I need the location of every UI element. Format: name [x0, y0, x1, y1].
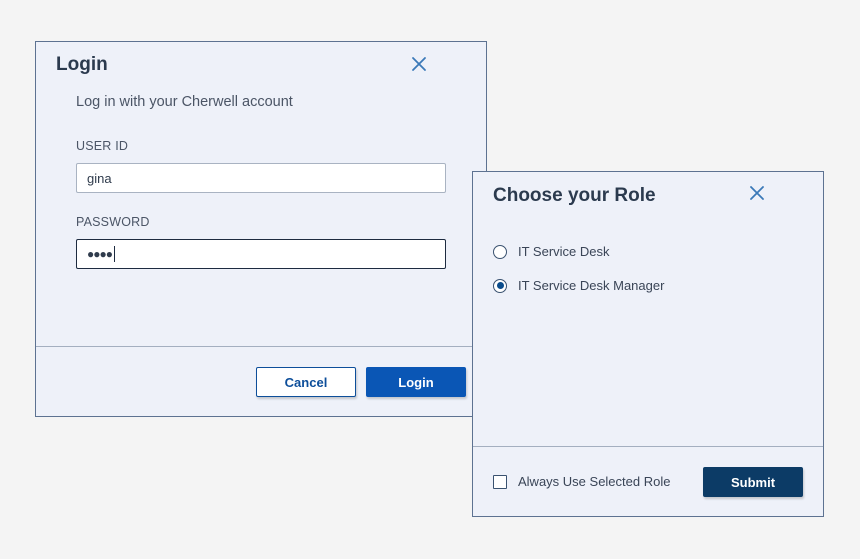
password-label: PASSWORD	[76, 215, 150, 229]
choose-role-dialog: Choose your Role IT Service Desk IT Serv…	[472, 171, 824, 517]
text-cursor	[114, 246, 115, 262]
login-footer-divider	[36, 346, 486, 347]
login-title: Login	[56, 54, 108, 75]
login-button[interactable]: Login	[366, 367, 466, 397]
radio-button-selected[interactable]	[493, 278, 507, 293]
always-use-role-label: Always Use Selected Role	[518, 474, 671, 489]
cancel-button[interactable]: Cancel	[256, 367, 356, 397]
login-subtitle: Log in with your Cherwell account	[76, 94, 293, 110]
password-input[interactable]: ●●●●	[76, 239, 446, 269]
role-footer-divider	[473, 446, 823, 447]
role-option-it-service-desk[interactable]: IT Service Desk	[493, 244, 610, 259]
password-value: ●●●●	[87, 247, 113, 261]
role-option-it-service-desk-manager[interactable]: IT Service Desk Manager	[493, 278, 664, 293]
login-dialog: Login Log in with your Cherwell account …	[35, 41, 487, 417]
user-id-label: USER ID	[76, 139, 129, 153]
always-use-role-option[interactable]: Always Use Selected Role	[493, 474, 670, 489]
user-id-input[interactable]	[76, 163, 446, 193]
submit-button[interactable]: Submit	[703, 467, 803, 497]
close-icon[interactable]	[748, 184, 766, 202]
role-option-label: IT Service Desk	[518, 244, 610, 259]
role-option-label: IT Service Desk Manager	[518, 278, 665, 293]
close-icon[interactable]	[410, 55, 428, 73]
role-title: Choose your Role	[493, 185, 656, 206]
always-use-role-checkbox[interactable]	[493, 474, 507, 489]
radio-button[interactable]	[493, 244, 507, 259]
